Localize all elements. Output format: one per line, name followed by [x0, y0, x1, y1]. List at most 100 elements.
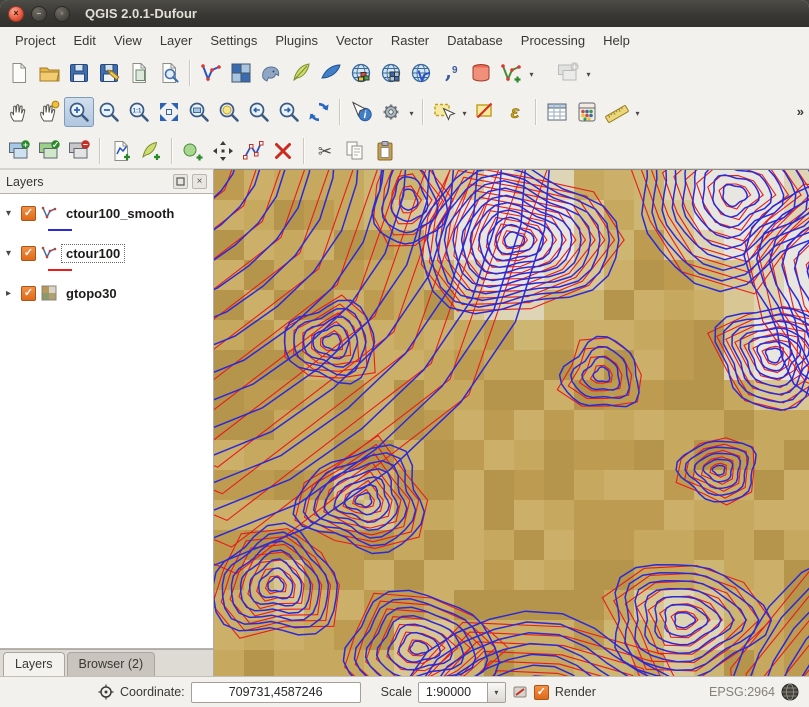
measure-dropdown[interactable]: ▾: [632, 97, 643, 127]
zoom-to-layer-icon[interactable]: [184, 97, 214, 127]
mouse-position-icon[interactable]: [98, 684, 114, 700]
minimize-window-button[interactable]: –: [31, 6, 47, 22]
dock-tab-browser-2-[interactable]: Browser (2): [67, 652, 156, 676]
layer-item-ctour100_smooth[interactable]: ▾✓ ctour100_smooth: [0, 202, 213, 224]
menu-database[interactable]: Database: [438, 28, 512, 53]
add-vector-layer-icon[interactable]: [196, 58, 226, 88]
add-spatialite-layer-icon[interactable]: [286, 58, 316, 88]
refresh-map-icon[interactable]: [304, 97, 334, 127]
add-oracle-layer-icon[interactable]: [466, 58, 496, 88]
add-wfs-layer-icon[interactable]: [406, 58, 436, 88]
layer-visibility-checkbox[interactable]: ✓: [21, 246, 36, 261]
zoom-next-icon[interactable]: [274, 97, 304, 127]
add-delimited-text-layer-icon[interactable]: ,9: [436, 58, 466, 88]
add-db-layer-dropdown[interactable]: ▾: [583, 58, 594, 88]
pan-map-icon[interactable]: [4, 97, 34, 127]
menu-layer[interactable]: Layer: [151, 28, 202, 53]
expander-icon[interactable]: ▾: [6, 208, 21, 219]
render-checkbox[interactable]: ✓: [534, 685, 549, 700]
crs-status-icon[interactable]: [781, 683, 799, 701]
layers-panel-titlebar: Layers ×: [0, 170, 213, 193]
new-project-icon[interactable]: [4, 58, 34, 88]
menu-help[interactable]: Help: [594, 28, 639, 53]
add-raster-layer-icon[interactable]: [226, 58, 256, 88]
scale-combobox[interactable]: 1:90000 ▾: [418, 682, 506, 703]
expander-icon[interactable]: ▾: [6, 248, 21, 259]
layer-name[interactable]: ctour100_smooth: [62, 205, 178, 222]
close-window-button[interactable]: ×: [8, 6, 24, 22]
paste-features-icon[interactable]: [370, 136, 400, 166]
layer-item-ctour100[interactable]: ▾✓ ctour100: [0, 242, 213, 264]
expander-icon[interactable]: ▸: [6, 288, 21, 299]
measure-icon[interactable]: [602, 97, 632, 127]
menu-project[interactable]: Project: [6, 28, 64, 53]
deselect-features-icon[interactable]: [470, 97, 500, 127]
hide-all-layers-icon[interactable]: −: [64, 136, 94, 166]
add-db-layer-icon[interactable]: +: [553, 58, 583, 88]
field-calculator-icon[interactable]: [572, 97, 602, 127]
menu-raster[interactable]: Raster: [382, 28, 438, 53]
menubar: ProjectEditViewLayerSettingsPluginsVecto…: [0, 27, 809, 54]
run-feature-action-icon[interactable]: [376, 97, 406, 127]
save-project-icon[interactable]: [64, 58, 94, 88]
zoom-actual-icon[interactable]: 1:1: [124, 97, 154, 127]
menu-edit[interactable]: Edit: [64, 28, 104, 53]
float-panel-button[interactable]: [173, 174, 188, 189]
run-feature-action-dropdown[interactable]: ▾: [406, 97, 417, 127]
open-project-icon[interactable]: [34, 58, 64, 88]
pan-to-selection-icon[interactable]: [34, 97, 64, 127]
zoom-out-icon[interactable]: [94, 97, 124, 127]
maximize-window-button[interactable]: ▫: [54, 6, 70, 22]
svg-text:✂: ✂: [318, 142, 332, 161]
map-rendering: [214, 170, 809, 676]
open-attribute-table-icon[interactable]: [542, 97, 572, 127]
add-mssql-layer-icon[interactable]: [316, 58, 346, 88]
zoom-to-selection-icon[interactable]: [214, 97, 244, 127]
zoom-in-icon[interactable]: [64, 97, 94, 127]
new-spatialite-layer-icon[interactable]: [136, 136, 166, 166]
add-wms-layer-icon[interactable]: [346, 58, 376, 88]
select-features-icon[interactable]: [429, 97, 459, 127]
layer-name[interactable]: ctour100: [62, 245, 124, 262]
select-by-expression-icon[interactable]: ε: [500, 97, 530, 127]
layer-item-gtopo30[interactable]: ▸✓ gtopo30: [0, 282, 213, 304]
scale-dropdown-button[interactable]: ▾: [487, 683, 505, 702]
new-layer-dropdown[interactable]: ▾: [526, 58, 537, 88]
show-all-layers-icon[interactable]: ✓: [34, 136, 64, 166]
add-postgis-layer-icon[interactable]: [256, 58, 286, 88]
menu-processing[interactable]: Processing: [512, 28, 594, 53]
menu-view[interactable]: View: [105, 28, 151, 53]
node-tool-icon[interactable]: [238, 136, 268, 166]
close-panel-button[interactable]: ×: [192, 174, 207, 189]
zoom-full-icon[interactable]: [154, 97, 184, 127]
new-print-composer-icon[interactable]: [124, 58, 154, 88]
menu-plugins[interactable]: Plugins: [266, 28, 327, 53]
add-wcs-layer-icon[interactable]: [376, 58, 406, 88]
menu-vector[interactable]: Vector: [327, 28, 382, 53]
toolbar-overflow-button[interactable]: »: [797, 104, 804, 119]
save-project-as-icon[interactable]: [94, 58, 124, 88]
dock-tab-layers[interactable]: Layers: [3, 652, 65, 676]
layer-visibility-checkbox[interactable]: ✓: [21, 206, 36, 221]
coordinate-input[interactable]: [191, 682, 361, 703]
add-feature-icon[interactable]: [178, 136, 208, 166]
copy-features-icon[interactable]: [340, 136, 370, 166]
menu-settings[interactable]: Settings: [201, 28, 266, 53]
select-features-dropdown[interactable]: ▾: [459, 97, 470, 127]
delete-selected-icon[interactable]: [268, 136, 298, 166]
composer-manager-icon[interactable]: [154, 58, 184, 88]
map-canvas[interactable]: [214, 169, 809, 676]
svg-text:,: ,: [445, 61, 452, 83]
new-shapefile-layer-icon[interactable]: [106, 136, 136, 166]
identify-features-icon[interactable]: i: [346, 97, 376, 127]
stop-rendering-icon[interactable]: [512, 684, 528, 700]
cut-features-icon[interactable]: ✂: [310, 136, 340, 166]
add-to-overview-icon[interactable]: +: [4, 136, 34, 166]
svg-text:✓: ✓: [52, 139, 59, 149]
layers-panel-title: Layers: [6, 175, 44, 189]
move-feature-icon[interactable]: [208, 136, 238, 166]
zoom-last-icon[interactable]: [244, 97, 274, 127]
layer-visibility-checkbox[interactable]: ✓: [21, 286, 36, 301]
new-layer-icon[interactable]: [496, 58, 526, 88]
layer-name[interactable]: gtopo30: [62, 285, 121, 302]
